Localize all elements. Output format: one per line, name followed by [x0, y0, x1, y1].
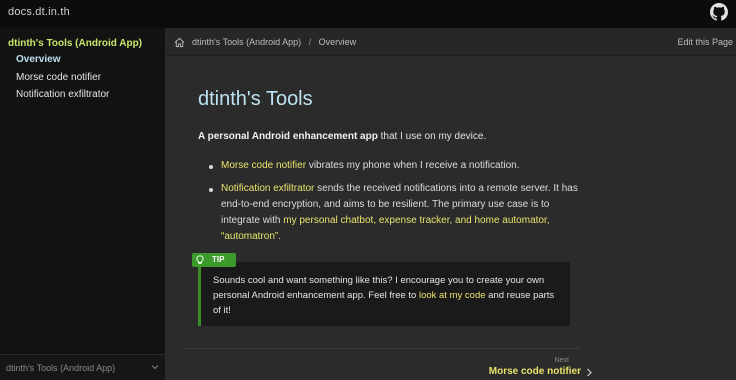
- site-title[interactable]: docs.dt.in.th: [8, 6, 70, 18]
- next-page-label: Morse code notifier: [488, 366, 581, 377]
- sidebar-item-notification-exfiltrator[interactable]: Notification exfiltrator: [16, 89, 109, 100]
- sidebar: dtinth's Tools (Android App) Overview Mo…: [0, 28, 165, 380]
- intro-rest: that I use on my device.: [377, 131, 487, 142]
- tip-label: TIP: [212, 255, 225, 264]
- tip-text: Sounds cool and want something like this…: [213, 273, 563, 318]
- lightbulb-icon: [196, 255, 204, 265]
- morse-code-notifier-link[interactable]: Morse code notifier: [221, 160, 306, 171]
- list-item: Morse code notifier vibrates my phone wh…: [209, 158, 579, 174]
- breadcrumb-trail: dtinth's Tools (Android App) / Overview: [192, 37, 356, 47]
- top-bar: docs.dt.in.th: [0, 0, 736, 28]
- notification-exfiltrator-link[interactable]: Notification exfiltrator: [221, 183, 314, 194]
- divider: [185, 348, 580, 349]
- home-icon[interactable]: [174, 37, 185, 48]
- look-at-my-code-link[interactable]: look at my code: [419, 290, 486, 301]
- sidebar-item-morse-code-notifier[interactable]: Morse code notifier: [16, 72, 101, 83]
- pagination-caption: Next: [554, 357, 569, 364]
- main-content: dtinth's Tools (Android App) / Overview …: [165, 28, 736, 380]
- breadcrumb-separator: /: [308, 37, 312, 47]
- list-item: Notification exfiltrator sends the recei…: [209, 181, 579, 245]
- next-page-link[interactable]: Morse code notifier: [489, 366, 581, 377]
- breadcrumb: dtinth's Tools (Android App) / Overview …: [165, 28, 736, 56]
- breadcrumb-current: Overview: [318, 37, 357, 47]
- sidebar-section-title[interactable]: dtinth's Tools (Android App): [8, 38, 142, 49]
- bullet-text-end: .: [278, 231, 282, 242]
- intro-bold: A personal Android enhancement app: [198, 131, 378, 142]
- sidebar-footer-label: dtinth's Tools (Android App): [6, 363, 116, 373]
- breadcrumb-section[interactable]: dtinth's Tools (Android App): [192, 37, 301, 47]
- tip-badge: TIP: [192, 253, 236, 267]
- intro-paragraph: A personal Android enhancement app that …: [198, 131, 486, 142]
- edit-page-link[interactable]: Edit this Page: [677, 37, 733, 47]
- feature-list: Morse code notifier vibrates my phone wh…: [209, 158, 579, 252]
- sidebar-footer-selector[interactable]: dtinth's Tools (Android App): [0, 354, 165, 380]
- github-icon[interactable]: [710, 3, 728, 21]
- chevron-right-icon[interactable]: [585, 368, 593, 377]
- page-title: dtinth's Tools: [198, 88, 313, 110]
- bullet-text: vibrates my phone when I receive a notif…: [306, 160, 520, 171]
- chevron-down-icon: [151, 365, 159, 370]
- tip-callout: Sounds cool and want something like this…: [198, 262, 570, 326]
- sidebar-item-overview[interactable]: Overview: [16, 54, 60, 65]
